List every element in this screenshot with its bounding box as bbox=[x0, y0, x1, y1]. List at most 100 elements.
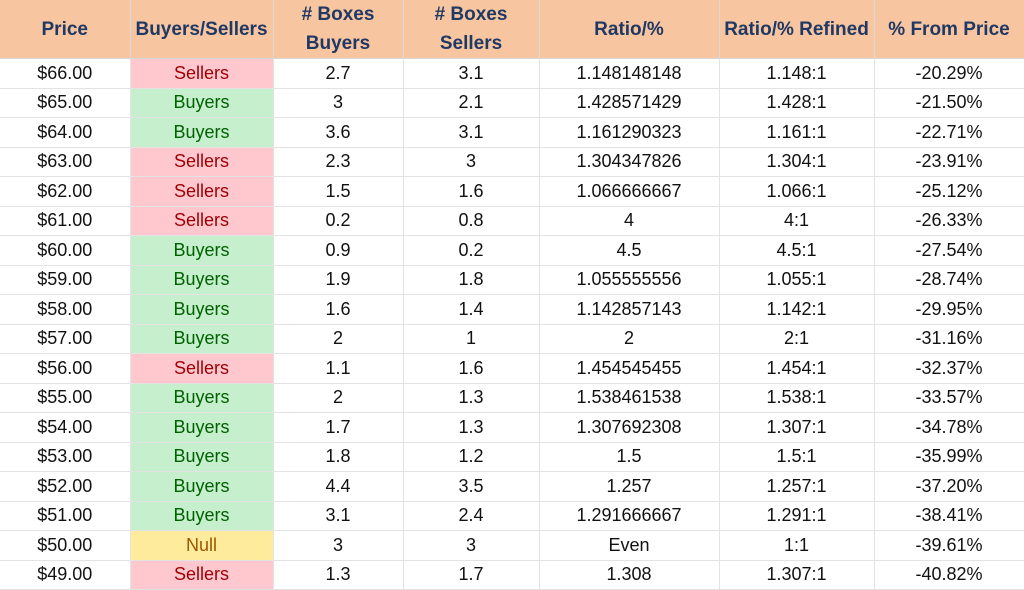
cell-pct-from-price: -40.82% bbox=[874, 560, 1024, 590]
cell-price: $51.00 bbox=[0, 501, 131, 531]
cell-pct-from-price: -35.99% bbox=[874, 442, 1024, 472]
cell-ratio-refined: 4.5:1 bbox=[719, 235, 875, 266]
cell-price: $53.00 bbox=[0, 442, 131, 472]
cell-ratio: 1.538461538 bbox=[539, 383, 720, 413]
cell-pct-from-price: -27.54% bbox=[874, 235, 1024, 266]
cell-boxes-buyers: 3.6 bbox=[273, 117, 404, 148]
cell-pct-from-price: -31.16% bbox=[874, 324, 1024, 354]
header-row: Price Buyers/Sellers # Boxes Buyers # Boxes S… bbox=[0, 0, 1024, 59]
column-header-text: Buyers bbox=[305, 33, 371, 54]
cell-price: $50.00 bbox=[0, 530, 131, 561]
cell-ratio: 1.257 bbox=[539, 471, 720, 502]
cell-ratio-refined: 1.307:1 bbox=[719, 412, 875, 443]
cell-price: $61.00 bbox=[0, 206, 131, 236]
cell-ratio-refined: 1.304:1 bbox=[719, 147, 875, 177]
cell-ratio: 1.428571429 bbox=[539, 88, 720, 118]
table-row: $63.00 Sellers 2.3 3 1.304347826 1.304:1 -23.9… bbox=[0, 147, 1024, 177]
cell-buyers-sellers: Buyers bbox=[130, 265, 274, 295]
cell-boxes-buyers: 3.1 bbox=[273, 501, 404, 531]
cell-ratio: 1.161290323 bbox=[539, 117, 720, 148]
cell-ratio-refined: 1.454:1 bbox=[719, 353, 875, 384]
cell-ratio-refined: 1.148:1 bbox=[719, 58, 875, 89]
column-header-text: # Boxes bbox=[434, 4, 508, 25]
cell-price: $65.00 bbox=[0, 88, 131, 118]
cell-boxes-buyers: 3 bbox=[273, 88, 404, 118]
cell-ratio: 1.304347826 bbox=[539, 147, 720, 177]
cell-pct-from-price: -37.20% bbox=[874, 471, 1024, 502]
cell-pct-from-price: -26.33% bbox=[874, 206, 1024, 236]
cell-buyers-sellers: Null bbox=[130, 530, 274, 561]
cell-price: $64.00 bbox=[0, 117, 131, 148]
cell-ratio-refined: 1.538:1 bbox=[719, 383, 875, 413]
cell-ratio-refined: 1.257:1 bbox=[719, 471, 875, 502]
cell-boxes-sellers: 3.1 bbox=[403, 117, 540, 148]
cell-buyers-sellers: Buyers bbox=[130, 442, 274, 472]
cell-boxes-sellers: 2.4 bbox=[403, 501, 540, 531]
column-header-pct-from-price: % From Price bbox=[874, 0, 1024, 59]
cell-ratio: 1.307692308 bbox=[539, 412, 720, 443]
table-row: $62.00 Sellers 1.5 1.6 1.066666667 1.066:1 -25… bbox=[0, 176, 1024, 207]
cell-price: $63.00 bbox=[0, 147, 131, 177]
cell-boxes-sellers: 1.6 bbox=[403, 176, 540, 207]
cell-ratio-refined: 1.142:1 bbox=[719, 294, 875, 325]
cell-price: $57.00 bbox=[0, 324, 131, 354]
cell-ratio-refined: 1.161:1 bbox=[719, 117, 875, 148]
cell-boxes-buyers: 1.7 bbox=[273, 412, 404, 443]
column-header-buyers-sellers: Buyers/Sellers bbox=[130, 0, 274, 59]
cell-boxes-sellers: 1.3 bbox=[403, 383, 540, 413]
table-row: $66.00 Sellers 2.7 3.1 1.148148148 1.148:1 -20… bbox=[0, 58, 1024, 89]
table-row: $65.00 Buyers 3 2.1 1.428571429 1.428:1 -21.50… bbox=[0, 88, 1024, 118]
cell-buyers-sellers: Sellers bbox=[130, 353, 274, 384]
cell-boxes-sellers: 1.8 bbox=[403, 265, 540, 295]
cell-pct-from-price: -38.41% bbox=[874, 501, 1024, 531]
table-row: $59.00 Buyers 1.9 1.8 1.055555556 1.055:1 -28.… bbox=[0, 265, 1024, 295]
cell-boxes-buyers: 1.5 bbox=[273, 176, 404, 207]
column-header-text: Buyers/Sellers bbox=[135, 18, 268, 40]
cell-boxes-sellers: 1.7 bbox=[403, 560, 540, 590]
cell-pct-from-price: -20.29% bbox=[874, 58, 1024, 89]
cell-ratio-refined: 1.307:1 bbox=[719, 560, 875, 590]
cell-boxes-sellers: 1.2 bbox=[403, 442, 540, 472]
cell-pct-from-price: -33.57% bbox=[874, 383, 1024, 413]
cell-boxes-sellers: 3.1 bbox=[403, 58, 540, 89]
column-header-ratio-refined: Ratio/% Refined bbox=[719, 0, 875, 59]
table-header: Price Buyers/Sellers # Boxes Buyers # Boxes S… bbox=[0, 0, 1024, 59]
table-row: $57.00 Buyers 2 1 2 2:1 -31.16% bbox=[0, 324, 1024, 354]
cell-pct-from-price: -34.78% bbox=[874, 412, 1024, 443]
table-row: $53.00 Buyers 1.8 1.2 1.5 1.5:1 -35.99% bbox=[0, 442, 1024, 472]
table-row: $56.00 Sellers 1.1 1.6 1.454545455 1.454:1 -32… bbox=[0, 353, 1024, 384]
cell-buyers-sellers: Sellers bbox=[130, 58, 274, 89]
cell-ratio-refined: 1.291:1 bbox=[719, 501, 875, 531]
cell-price: $55.00 bbox=[0, 383, 131, 413]
cell-price: $62.00 bbox=[0, 176, 131, 207]
cell-boxes-buyers: 0.2 bbox=[273, 206, 404, 236]
cell-ratio: 1.291666667 bbox=[539, 501, 720, 531]
column-header-text: Ratio/% Refined bbox=[724, 18, 869, 40]
table-row: $60.00 Buyers 0.9 0.2 4.5 4.5:1 -27.54% bbox=[0, 235, 1024, 266]
cell-buyers-sellers: Buyers bbox=[130, 324, 274, 354]
cell-buyers-sellers: Sellers bbox=[130, 560, 274, 590]
cell-ratio: 1.142857143 bbox=[539, 294, 720, 325]
cell-ratio: 4 bbox=[539, 206, 720, 236]
cell-ratio: 1.055555556 bbox=[539, 265, 720, 295]
cell-pct-from-price: -23.91% bbox=[874, 147, 1024, 177]
cell-pct-from-price: -25.12% bbox=[874, 176, 1024, 207]
cell-buyers-sellers: Buyers bbox=[130, 88, 274, 118]
cell-boxes-buyers: 3 bbox=[273, 530, 404, 561]
cell-buyers-sellers: Buyers bbox=[130, 501, 274, 531]
cell-boxes-buyers: 2.3 bbox=[273, 147, 404, 177]
cell-boxes-sellers: 3 bbox=[403, 147, 540, 177]
column-header-text: # Boxes bbox=[301, 4, 375, 25]
cell-ratio-refined: 2:1 bbox=[719, 324, 875, 354]
cell-boxes-sellers: 2.1 bbox=[403, 88, 540, 118]
table-row: $61.00 Sellers 0.2 0.8 4 4:1 -26.33% bbox=[0, 206, 1024, 236]
cell-boxes-buyers: 1.3 bbox=[273, 560, 404, 590]
table-row: $64.00 Buyers 3.6 3.1 1.161290323 1.161:1 -22.… bbox=[0, 117, 1024, 148]
column-header-price: Price bbox=[0, 0, 131, 59]
cell-ratio-refined: 1.5:1 bbox=[719, 442, 875, 472]
cell-boxes-buyers: 1.6 bbox=[273, 294, 404, 325]
cell-ratio: Even bbox=[539, 530, 720, 561]
table-row: $49.00 Sellers 1.3 1.7 1.308 1.307:1 -40.82% bbox=[0, 560, 1024, 590]
cell-boxes-sellers: 1 bbox=[403, 324, 540, 354]
cell-ratio: 2 bbox=[539, 324, 720, 354]
